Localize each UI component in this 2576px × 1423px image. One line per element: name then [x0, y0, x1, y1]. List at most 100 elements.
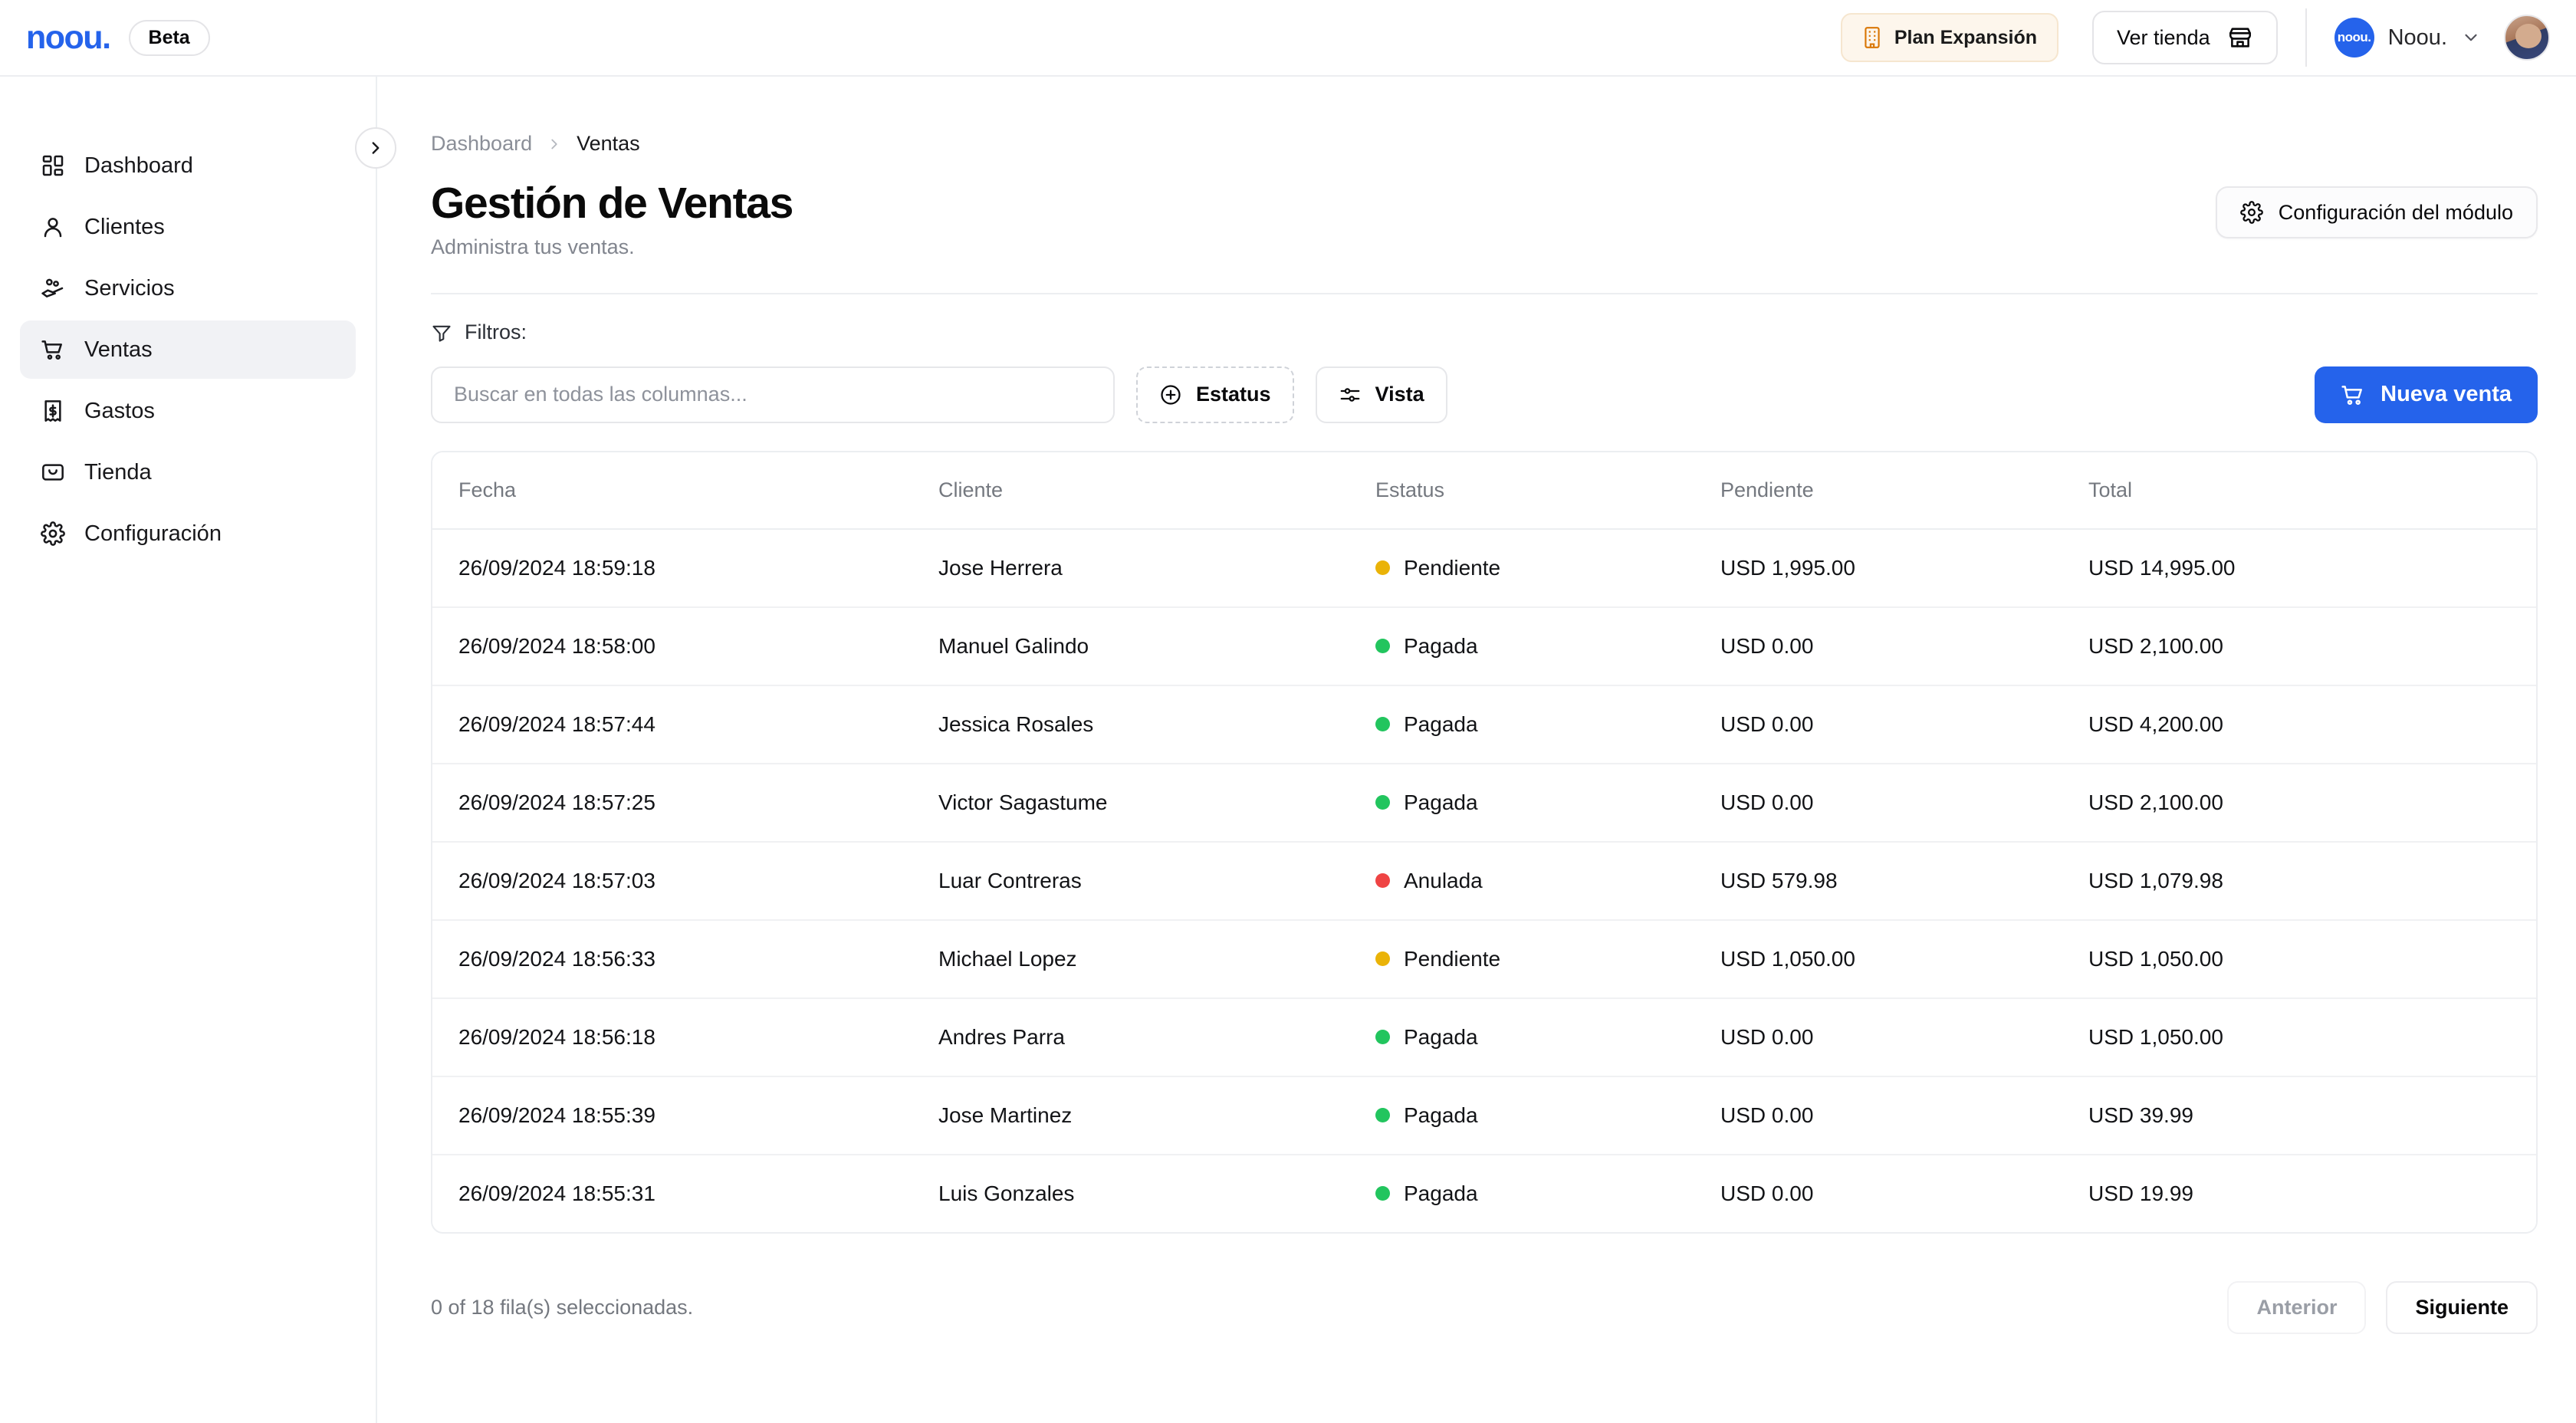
plan-badge-label: Plan Expansión: [1894, 26, 2038, 48]
vista-button-label: Vista: [1375, 383, 1424, 406]
top-bar: noou. Beta Plan Expansión Ver tienda noo…: [0, 0, 2576, 77]
cell-cliente: Victor Sagastume: [938, 763, 1375, 843]
column-header-fecha[interactable]: Fecha: [432, 452, 938, 530]
avatar[interactable]: [2504, 15, 2550, 61]
filters-toolbar: Estatus Vista: [431, 366, 2538, 423]
main-content: Dashboard Ventas Gestión de Ventas Admin…: [377, 77, 2576, 1423]
column-header-total[interactable]: Total: [2088, 452, 2536, 530]
noou-logo[interactable]: noou.: [26, 21, 111, 54]
building-icon: [1862, 26, 1882, 49]
plan-badge[interactable]: Plan Expansión: [1840, 13, 2059, 62]
sidebar-item-label: Clientes: [84, 214, 165, 239]
filters-label: Filtros:: [431, 322, 2538, 343]
status-badge: Pagada: [1404, 1181, 1478, 1205]
cell-estatus: Pagada: [1375, 1154, 1720, 1232]
table-row[interactable]: 26/09/2024 18:55:39 Jose Martinez Pagada US…: [432, 1076, 2536, 1155]
table-row[interactable]: 26/09/2024 18:56:18 Andres Parra Pagada USD…: [432, 997, 2536, 1077]
sidebar-item-clientes[interactable]: Clientes: [20, 198, 356, 256]
cell-pendiente: USD 0.00: [1720, 1154, 2088, 1232]
sidebar-item-label: Ventas: [84, 337, 153, 362]
plus-circle-icon: [1159, 383, 1182, 406]
cell-estatus: Anulada: [1375, 841, 1720, 921]
cell-total: USD 19.99: [2088, 1154, 2536, 1232]
cell-total: USD 1,050.00: [2088, 997, 2536, 1077]
view-store-button[interactable]: Ver tienda: [2092, 11, 2278, 64]
table-row[interactable]: 26/09/2024 18:57:03 Luar Contreras Anulada…: [432, 841, 2536, 921]
table-footer: 0 of 18 fila(s) seleccionadas. Anterior …: [431, 1280, 2538, 1365]
status-badge: Pagada: [1404, 712, 1478, 736]
status-dot: [1375, 1108, 1390, 1123]
table-row[interactable]: 26/09/2024 18:56:33 Michael Lopez Pendient…: [432, 919, 2536, 999]
status-dot: [1375, 717, 1390, 732]
sidebar-item-gastos[interactable]: Gastos: [20, 382, 356, 440]
sidebar-item-label: Dashboard: [84, 153, 193, 178]
status-badge: Anulada: [1404, 868, 1483, 892]
estatus-filter-button[interactable]: Estatus: [1136, 366, 1294, 423]
user-icon: [40, 214, 66, 240]
status-dot: [1375, 951, 1390, 967]
table-row[interactable]: 26/09/2024 18:57:25 Victor Sagastume Pagad…: [432, 763, 2536, 843]
sales-table: Fecha Cliente Estatus Pendiente Total 26…: [432, 452, 2536, 1232]
cell-cliente: Michael Lopez: [938, 919, 1375, 999]
sidebar-item-configuracion[interactable]: Configuración: [20, 504, 356, 563]
sidebar-item-label: Tienda: [84, 459, 152, 485]
cell-pendiente: USD 0.00: [1720, 997, 2088, 1077]
app-root: noou. Beta Plan Expansión Ver tienda noo…: [0, 0, 2576, 1423]
cell-total: USD 2,100.00: [2088, 763, 2536, 843]
sidebar-item-ventas[interactable]: Ventas: [20, 320, 356, 379]
status-dot: [1375, 795, 1390, 810]
receipt-icon: [40, 398, 66, 424]
cell-fecha: 26/09/2024 18:57:03: [432, 841, 938, 921]
sidebar-item-dashboard[interactable]: Dashboard: [20, 136, 356, 195]
breadcrumb-current: Ventas: [577, 132, 640, 155]
search-box[interactable]: [431, 366, 1115, 423]
vista-button[interactable]: Vista: [1315, 366, 1447, 423]
table-body: 26/09/2024 18:59:18 Jose Herrera Pendiente…: [432, 528, 2536, 1232]
table-row[interactable]: 26/09/2024 18:55:31 Luis Gonzales Pagada US…: [432, 1154, 2536, 1232]
status-badge: Pagada: [1404, 790, 1478, 814]
account-name: Noou.: [2387, 25, 2447, 50]
module-config-button[interactable]: Configuración del módulo: [2215, 186, 2538, 238]
cell-cliente: Jose Herrera: [938, 528, 1375, 608]
body: Dashboard Clientes Servicios Ventas Gast…: [0, 77, 2576, 1423]
chevron-right-icon: [366, 138, 386, 158]
cell-cliente: Luar Contreras: [938, 841, 1375, 921]
breadcrumb-parent[interactable]: Dashboard: [431, 133, 532, 154]
new-sale-button[interactable]: Nueva venta: [2315, 366, 2538, 423]
status-dot: [1375, 639, 1390, 654]
column-header-cliente[interactable]: Cliente: [938, 452, 1375, 530]
status-badge: Pagada: [1404, 1103, 1478, 1127]
next-page-button[interactable]: Siguiente: [2386, 1280, 2538, 1334]
cell-pendiente: USD 1,995.00: [1720, 528, 2088, 608]
table-row[interactable]: 26/09/2024 18:58:00 Manuel Galindo Pagada U…: [432, 606, 2536, 686]
sidebar-item-label: Gastos: [84, 398, 155, 423]
cell-total: USD 2,100.00: [2088, 606, 2536, 686]
column-header-pendiente[interactable]: Pendiente: [1720, 452, 2088, 530]
row-selection-status: 0 of 18 fila(s) seleccionadas.: [431, 1295, 694, 1319]
search-input[interactable]: [454, 383, 1092, 407]
account-switcher[interactable]: noou. Noou.: [2334, 18, 2481, 58]
cell-fecha: 26/09/2024 18:57:25: [432, 763, 938, 843]
sidebar-item-servicios[interactable]: Servicios: [20, 259, 356, 317]
chevron-right-icon: [546, 136, 563, 153]
cell-pendiente: USD 0.00: [1720, 763, 2088, 843]
table-row[interactable]: 26/09/2024 18:59:18 Jose Herrera Pendiente…: [432, 528, 2536, 608]
status-dot: [1375, 1030, 1390, 1045]
column-header-estatus[interactable]: Estatus: [1375, 452, 1720, 530]
cell-total: USD 1,050.00: [2088, 919, 2536, 999]
previous-page-button[interactable]: Anterior: [2227, 1280, 2367, 1334]
status-badge: Pendiente: [1404, 946, 1501, 971]
sidebar-collapse-toggle[interactable]: [355, 127, 396, 169]
cell-estatus: Pagada: [1375, 685, 1720, 764]
cell-cliente: Luis Gonzales: [938, 1154, 1375, 1232]
page-subtitle: Administra tus ventas.: [431, 235, 635, 258]
status-badge: Pagada: [1404, 1024, 1478, 1049]
brand: noou. Beta: [26, 19, 210, 56]
table-row[interactable]: 26/09/2024 18:57:44 Jessica Rosales Pagada…: [432, 685, 2536, 764]
cell-estatus: Pagada: [1375, 606, 1720, 686]
cell-fecha: 26/09/2024 18:56:18: [432, 997, 938, 1077]
cell-fecha: 26/09/2024 18:55:39: [432, 1076, 938, 1155]
cell-pendiente: USD 579.98: [1720, 841, 2088, 921]
filters-label-text: Filtros:: [465, 320, 527, 344]
sidebar-item-tienda[interactable]: Tienda: [20, 443, 356, 501]
